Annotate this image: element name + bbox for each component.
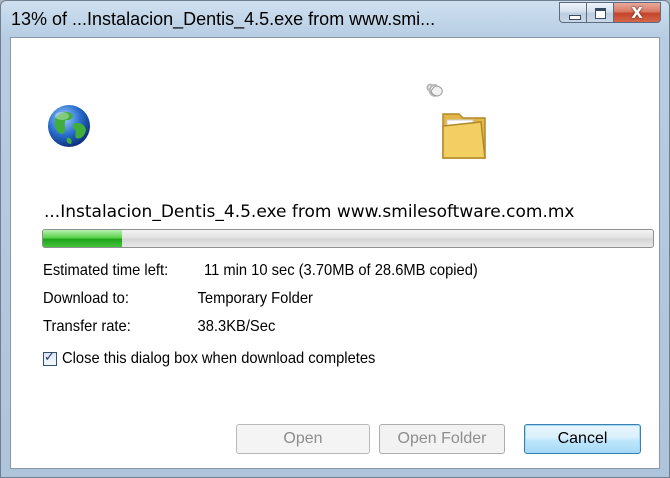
- checkmark-icon: ✓: [44, 350, 55, 365]
- open-folder-button[interactable]: Open Folder: [379, 424, 505, 454]
- globe-icon: [48, 105, 90, 147]
- minimize-button[interactable]: [559, 2, 587, 23]
- minimize-icon: [569, 15, 581, 20]
- open-button[interactable]: Open: [236, 424, 370, 454]
- close-button[interactable]: X: [614, 2, 661, 23]
- close-icon: X: [631, 3, 643, 22]
- folder-icon: [426, 83, 486, 159]
- transfer-rate-value: 38.3KB/Sec: [197, 318, 276, 335]
- estimated-time-label: Estimated time left:: [43, 262, 169, 279]
- close-on-complete-label[interactable]: Close this dialog box when download comp…: [62, 350, 375, 368]
- download-progress-bar: [42, 229, 654, 248]
- maximize-icon: [595, 8, 606, 19]
- transfer-rate-row: Transfer rate: 38.3KB/Sec: [43, 318, 275, 336]
- download-dialog-window: 13% of ...Instalacion_Dentis_4.5.exe fro…: [0, 0, 670, 478]
- caption-buttons: X: [559, 2, 661, 24]
- dialog-body: ...Instalacion_Dentis_4.5.exe from www.s…: [10, 37, 660, 469]
- cancel-button[interactable]: Cancel: [524, 424, 641, 454]
- window-title: 13% of ...Instalacion_Dentis_4.5.exe fro…: [11, 9, 436, 29]
- progress-fill: [43, 230, 123, 247]
- download-to-row: Download to: Temporary Folder: [43, 290, 313, 308]
- title-bar[interactable]: 13% of ...Instalacion_Dentis_4.5.exe fro…: [1, 1, 669, 37]
- download-to-label: Download to:: [43, 290, 129, 307]
- transfer-rate-label: Transfer rate:: [43, 318, 131, 335]
- maximize-button[interactable]: [587, 2, 614, 23]
- download-filename: ...Instalacion_Dentis_4.5.exe from www.s…: [44, 202, 575, 222]
- close-on-complete-row[interactable]: ✓ Close this dialog box when download co…: [43, 350, 403, 368]
- download-to-value: Temporary Folder: [197, 290, 313, 307]
- estimated-time-row: Estimated time left: 11 min 10 sec (3.70…: [43, 262, 478, 280]
- close-on-complete-checkbox[interactable]: ✓: [43, 350, 57, 366]
- estimated-time-value: 11 min 10 sec (3.70MB of 28.6MB copied): [204, 262, 478, 279]
